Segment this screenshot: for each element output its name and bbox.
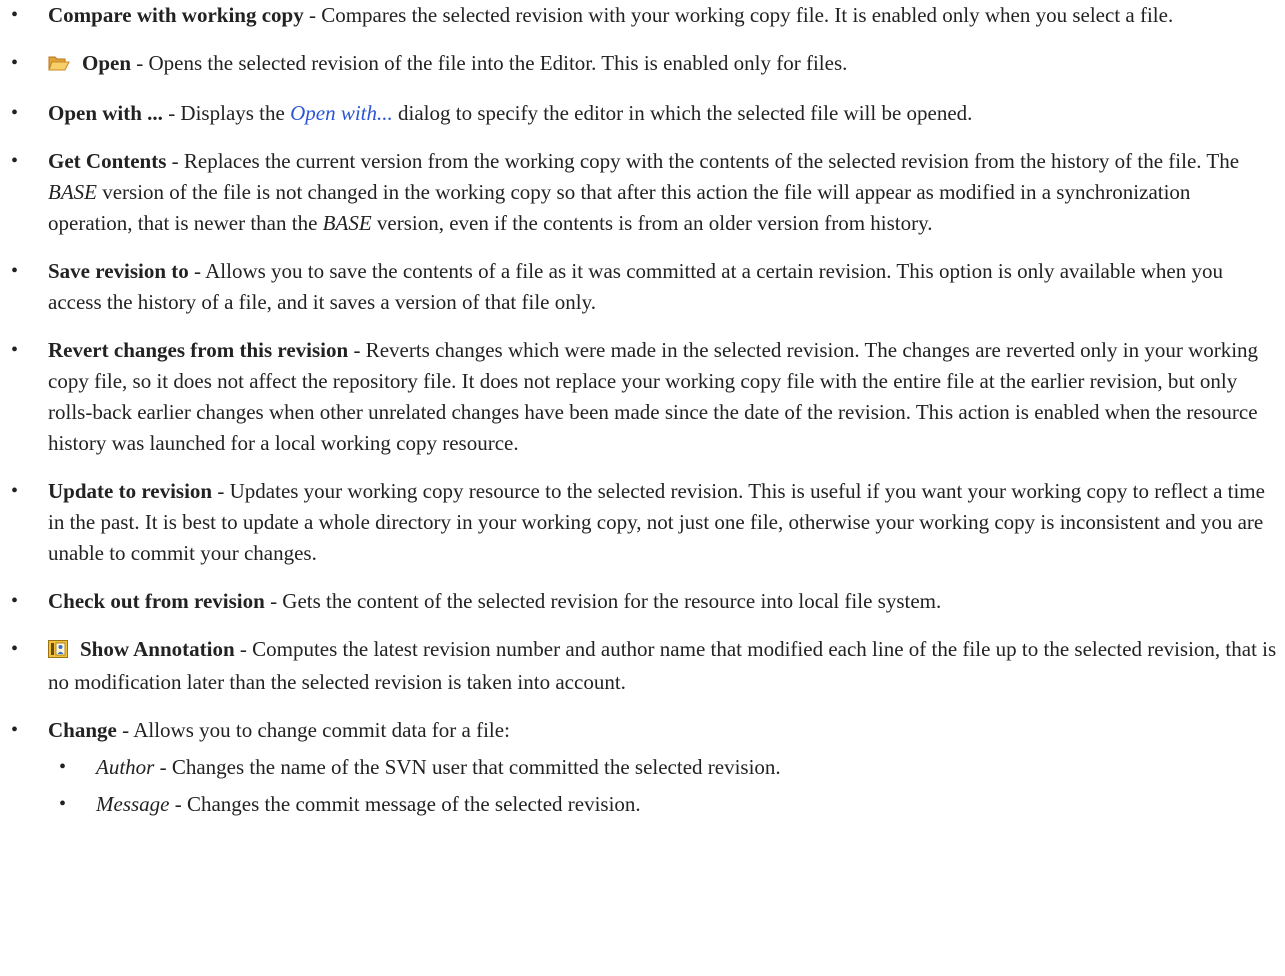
list-item-open: • Open - Opens the selected revision of …	[0, 48, 1285, 81]
sub-item-author: • Author - Changes the name of the SVN u…	[48, 752, 1279, 783]
bullet: •	[59, 793, 67, 815]
bullet: •	[11, 590, 19, 612]
list-item-open-with: • Open with ... - Displays the Open with…	[0, 98, 1285, 129]
bullet: •	[59, 756, 67, 778]
sub-item-description: - Changes the name of the SVN user that …	[154, 755, 781, 779]
item-title: Open with ...	[48, 101, 163, 125]
base-term: BASE	[322, 211, 372, 235]
item-title: Save revision to	[48, 259, 189, 283]
document-page: • Compare with working copy - Compares t…	[0, 0, 1285, 976]
sub-item-message: • Message - Changes the commit message o…	[48, 789, 1279, 820]
list-item-get-contents: • Get Contents - Replaces the current ve…	[0, 146, 1285, 239]
sub-item-title: Author	[96, 755, 155, 779]
bullet: •	[11, 4, 19, 26]
sub-item-title: Message	[96, 792, 170, 816]
bullet: •	[11, 719, 19, 741]
item-description-end: dialog to specify the editor in which th…	[392, 101, 973, 125]
item-title: Show Annotation	[80, 637, 235, 661]
list-item-save-revision-to: • Save revision to - Allows you to save …	[0, 256, 1285, 318]
item-description: - Replaces the current version from the …	[166, 149, 1240, 173]
context-menu-actions-list: • Compare with working copy - Compares t…	[0, 0, 1285, 820]
bullet: •	[11, 150, 19, 172]
item-title: Revert changes from this revision	[48, 338, 349, 362]
bullet: •	[11, 52, 19, 74]
list-item-change: • Change - Allows you to change commit d…	[0, 715, 1285, 820]
item-title: Get Contents	[48, 149, 167, 173]
item-title: Check out from revision	[48, 589, 265, 613]
item-description-end: version, even if the contents is from an…	[371, 211, 933, 235]
item-description: - Opens the selected revision of the fil…	[131, 51, 848, 75]
item-description: - Allows you to change commit data for a…	[116, 718, 510, 742]
list-item-check-out-from-revision: • Check out from revision - Gets the con…	[0, 586, 1285, 617]
open-folder-icon	[48, 50, 70, 81]
bullet: •	[11, 102, 19, 124]
item-description: - Compares the selected revision with yo…	[303, 3, 1174, 27]
base-term: BASE	[48, 180, 97, 204]
list-item-show-annotation: • Show Annotation - Computes the latest …	[0, 634, 1285, 698]
list-item-revert-changes: • Revert changes from this revision - Re…	[0, 335, 1285, 459]
list-item-update-to-revision: • Update to revision - Updates your work…	[0, 476, 1285, 569]
item-description: - Allows you to save the contents of a f…	[48, 259, 1224, 314]
item-title: Compare with working copy	[48, 3, 304, 27]
list-item-compare-with-working-copy: • Compare with working copy - Compares t…	[0, 0, 1285, 31]
item-description: - Updates your working copy resource to …	[48, 479, 1265, 565]
item-title: Change	[48, 718, 117, 742]
bullet: •	[11, 260, 19, 282]
sub-item-description: - Changes the commit message of the sele…	[169, 792, 641, 816]
open-with-dialog-link[interactable]: Open with...	[290, 101, 393, 125]
bullet: •	[11, 480, 19, 502]
item-description: - Displays the	[162, 101, 291, 125]
bullet: •	[11, 638, 19, 660]
bullet: •	[11, 339, 19, 361]
item-title: Open	[82, 51, 132, 75]
change-options-list: • Author - Changes the name of the SVN u…	[48, 752, 1279, 820]
item-title: Update to revision	[48, 479, 213, 503]
annotation-icon	[48, 636, 68, 667]
item-description: - Gets the content of the selected revis…	[264, 589, 942, 613]
